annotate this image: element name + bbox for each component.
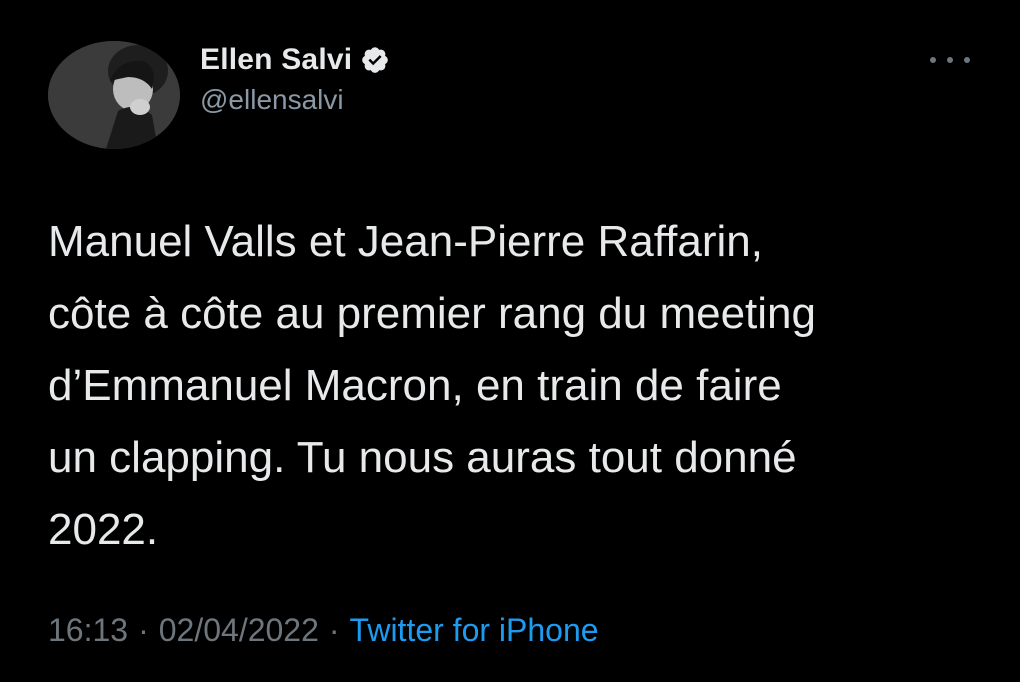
tweet-time[interactable]: 16:13 bbox=[48, 612, 128, 649]
verified-badge-icon bbox=[360, 45, 390, 75]
more-dot bbox=[930, 57, 936, 63]
tweet-meta: 16:13 · 02/04/2022 · Twitter for iPhone bbox=[48, 612, 599, 649]
avatar[interactable] bbox=[48, 41, 180, 149]
more-dot bbox=[964, 57, 970, 63]
avatar-photo-icon bbox=[48, 41, 180, 149]
meta-separator: · bbox=[138, 612, 149, 648]
tweet-text: Manuel Valls et Jean-Pierre Raffarin, cô… bbox=[48, 217, 817, 554]
author-display-name[interactable]: Ellen Salvi bbox=[200, 43, 352, 77]
more-options-icon[interactable] bbox=[930, 48, 970, 72]
author-header: Ellen Salvi @ellensalvi bbox=[200, 40, 390, 116]
meta-separator: · bbox=[328, 612, 340, 648]
tweet-source-link[interactable]: Twitter for iPhone bbox=[350, 612, 599, 649]
more-dot bbox=[947, 57, 953, 63]
tweet-container: Ellen Salvi @ellensalvi Manuel Valls et … bbox=[0, 0, 1020, 682]
name-row: Ellen Salvi bbox=[200, 40, 390, 80]
author-handle[interactable]: @ellensalvi bbox=[200, 84, 390, 116]
tweet-date[interactable]: 02/04/2022 bbox=[159, 612, 319, 649]
